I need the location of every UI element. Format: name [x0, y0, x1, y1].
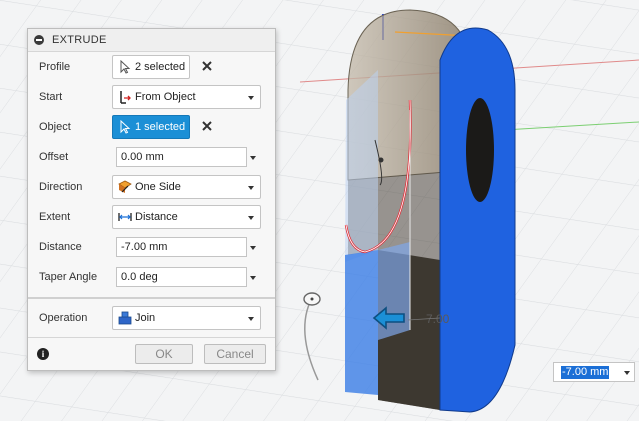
distance-label: Distance [39, 241, 82, 253]
distance-value: -7.00 mm [121, 241, 168, 253]
taper-angle-label: Taper Angle [39, 271, 98, 283]
join-icon [118, 311, 132, 325]
start-row: Start From Object [28, 84, 275, 110]
operation-value: Join [135, 312, 156, 324]
cursor-arrow-icon [120, 120, 131, 134]
extent-row: Extent Distance [28, 204, 275, 230]
direction-dropdown[interactable]: One Side [112, 175, 261, 199]
start-label: Start [39, 91, 63, 103]
taper-angle-value: 0.0 deg [121, 271, 158, 283]
clear-object-icon[interactable] [200, 119, 214, 133]
operation-row: Operation Join [28, 305, 275, 331]
operation-label: Operation [39, 312, 88, 324]
taper-angle-row: Taper Angle 0.0 deg [28, 264, 275, 290]
direction-value: One Side [135, 181, 181, 193]
profile-label: Profile [39, 61, 71, 73]
cancel-button[interactable]: Cancel [204, 344, 266, 364]
object-row: Object 1 selected [28, 114, 275, 140]
dialog-footer: i OK Cancel [28, 337, 275, 370]
chevron-down-icon [248, 186, 254, 190]
info-icon[interactable]: i [37, 348, 49, 360]
distance-input[interactable]: -7.00 mm [116, 237, 247, 257]
front-face [439, 27, 516, 413]
one-side-icon [118, 180, 132, 193]
dialog-header: EXTRUDE [28, 29, 275, 52]
offset-label: Offset [39, 151, 69, 163]
manipulator-center [310, 297, 314, 301]
ok-button[interactable]: OK [135, 344, 193, 364]
start-dropdown[interactable]: From Object [112, 85, 261, 109]
collapse-icon[interactable] [34, 35, 44, 45]
extent-dropdown[interactable]: Distance [112, 205, 261, 229]
object-label: Object [39, 121, 71, 133]
distance-icon [118, 213, 132, 221]
object-value: 1 selected [135, 121, 186, 133]
offset-value: 0.00 mm [121, 151, 164, 163]
profile-row: Profile 2 selected [28, 54, 275, 80]
viewport-distance-input[interactable]: -7.00 mm [553, 362, 635, 382]
from-object-icon [120, 91, 131, 104]
distance-row: Distance -7.00 mm [28, 234, 275, 260]
section-divider [28, 297, 275, 299]
viewport-distance-value: -7.00 mm [561, 366, 610, 379]
profile-select-button[interactable]: 2 selected [112, 55, 190, 79]
chevron-down-icon[interactable] [250, 246, 256, 250]
extent-label: Extent [39, 211, 71, 223]
chevron-down-icon [248, 317, 254, 321]
operation-dropdown[interactable]: Join [112, 306, 261, 330]
direction-label: Direction [39, 181, 83, 193]
chevron-down-icon [248, 216, 254, 220]
direction-row: Direction One Side [28, 174, 275, 200]
cursor-arrow-icon [120, 60, 131, 74]
sketch-point [378, 157, 384, 163]
extrude-preview-top [345, 70, 378, 262]
clear-profile-icon[interactable] [200, 59, 214, 73]
start-value: From Object [135, 91, 196, 103]
taper-angle-input[interactable]: 0.0 deg [116, 267, 247, 287]
extrude-dialog: EXTRUDE Profile 2 selected Start From Ob… [27, 28, 276, 371]
chevron-down-icon[interactable] [250, 276, 256, 280]
extrude-preview-front [345, 250, 378, 395]
chevron-down-icon[interactable] [624, 371, 630, 375]
hole [466, 98, 494, 202]
dialog-title: EXTRUDE [52, 34, 107, 46]
offset-row: Offset 0.00 mm [28, 144, 275, 170]
offset-input[interactable]: 0.00 mm [116, 147, 247, 167]
chevron-down-icon[interactable] [250, 156, 256, 160]
object-select-button[interactable]: 1 selected [112, 115, 190, 139]
extent-value: Distance [135, 211, 178, 223]
profile-value: 2 selected [135, 61, 186, 73]
chevron-down-icon [248, 96, 254, 100]
